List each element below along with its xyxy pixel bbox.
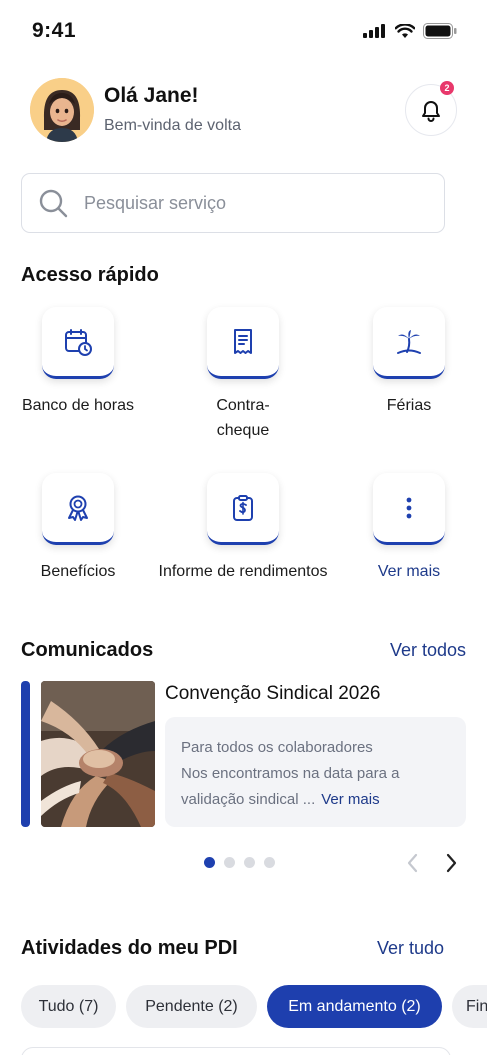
filter-chip-pendente[interactable]: Pendente (2) bbox=[126, 985, 257, 1028]
status-time: 9:41 bbox=[32, 19, 77, 42]
carousel-prev-arrow-icon[interactable] bbox=[405, 853, 421, 873]
quick-label: Banco de horas bbox=[21, 397, 135, 414]
activities-title: Atividades do meu PDI bbox=[21, 937, 238, 959]
wifi-icon bbox=[395, 23, 415, 38]
carousel-dots bbox=[204, 857, 275, 868]
quick-label: Férias bbox=[386, 397, 432, 414]
battery-icon bbox=[423, 23, 457, 39]
welcome-subtitle: Bem-vinda de volta bbox=[104, 117, 241, 134]
carousel-dot[interactable] bbox=[244, 857, 255, 868]
see-all-activities-link[interactable]: Ver tudo bbox=[377, 938, 444, 959]
announcement-accent-bar bbox=[21, 681, 30, 827]
read-more-link[interactable]: Ver mais bbox=[321, 791, 379, 808]
announcement-line: Nos encontramos na data para a bbox=[181, 765, 400, 782]
quick-access-title: Acesso rápido bbox=[21, 264, 159, 286]
palm-tree-icon bbox=[397, 329, 421, 354]
quick-item-informe-de-rendimentos[interactable]: Informe de rendimentos bbox=[143, 473, 343, 584]
quick-label: Ver mais bbox=[377, 563, 441, 580]
notification-badge: 2 bbox=[440, 81, 454, 95]
quick-item-ferias[interactable]: Férias bbox=[329, 307, 487, 418]
search-input[interactable]: Pesquisar serviço bbox=[21, 173, 445, 233]
announcement-line-3: validação sindical ... Ver mais bbox=[181, 787, 450, 813]
quick-tile[interactable] bbox=[42, 473, 114, 545]
see-all-announcements-link[interactable]: Ver todos bbox=[390, 640, 466, 661]
announcement-line: Para todos os colaboradores bbox=[181, 739, 373, 756]
status-icons bbox=[363, 23, 457, 39]
quick-tile[interactable] bbox=[207, 473, 279, 545]
avatar-illustration bbox=[30, 78, 94, 142]
quick-item-ver-mais[interactable]: Ver mais bbox=[329, 473, 487, 584]
quick-tile[interactable] bbox=[373, 307, 445, 379]
announcement-title[interactable]: Convenção Sindical 2026 bbox=[165, 683, 381, 705]
award-ribbon-icon bbox=[68, 495, 88, 521]
quick-tile[interactable] bbox=[207, 307, 279, 379]
announcement-line: validação sindical ... bbox=[181, 791, 316, 808]
quick-item-beneficios[interactable]: Benefícios bbox=[0, 473, 158, 584]
avatar[interactable] bbox=[30, 78, 94, 142]
greeting: Olá Jane! bbox=[104, 84, 199, 107]
quick-label: Informe de rendimentos bbox=[158, 563, 328, 580]
search-icon bbox=[39, 189, 68, 218]
filter-chip-em-andamento[interactable]: Em andamento (2) bbox=[267, 985, 442, 1028]
quick-tile[interactable] bbox=[42, 307, 114, 379]
filter-chip-finalizado[interactable]: Fin bbox=[452, 985, 487, 1028]
quick-tile[interactable] bbox=[373, 473, 445, 545]
search-placeholder: Pesquisar serviço bbox=[84, 192, 227, 213]
status-bar: 9:41 bbox=[0, 0, 487, 60]
quick-item-banco-de-horas[interactable]: Banco de horas bbox=[0, 307, 158, 418]
announcement-card[interactable]: Para todos os colaboradores Nos encontra… bbox=[165, 717, 466, 827]
filter-chip-tudo[interactable]: Tudo (7) bbox=[21, 985, 116, 1028]
carousel-dot[interactable] bbox=[224, 857, 235, 868]
receipt-icon bbox=[234, 328, 252, 354]
notifications-button[interactable]: 2 bbox=[405, 81, 457, 136]
calendar-clock-icon bbox=[65, 328, 92, 356]
quick-item-contra-cheque[interactable]: Contra- cheque bbox=[163, 307, 323, 443]
carousel-next-arrow-icon[interactable] bbox=[443, 853, 459, 873]
announcement-photo[interactable] bbox=[41, 681, 155, 827]
header: Olá Jane! Bem-vinda de volta 2 bbox=[30, 78, 457, 142]
quick-label: Contra- cheque bbox=[216, 397, 270, 439]
activity-card[interactable] bbox=[21, 1047, 451, 1055]
hands-together-image bbox=[41, 681, 155, 827]
quick-label: Benefícios bbox=[40, 563, 116, 580]
clipboard-dollar-icon bbox=[233, 494, 253, 521]
bell-icon bbox=[422, 101, 440, 122]
more-vertical-icon bbox=[406, 497, 412, 518]
carousel-dot[interactable] bbox=[264, 857, 275, 868]
carousel-dot-active[interactable] bbox=[204, 857, 215, 868]
announcements-title: Comunicados bbox=[21, 639, 154, 661]
signal-icon bbox=[363, 24, 385, 38]
